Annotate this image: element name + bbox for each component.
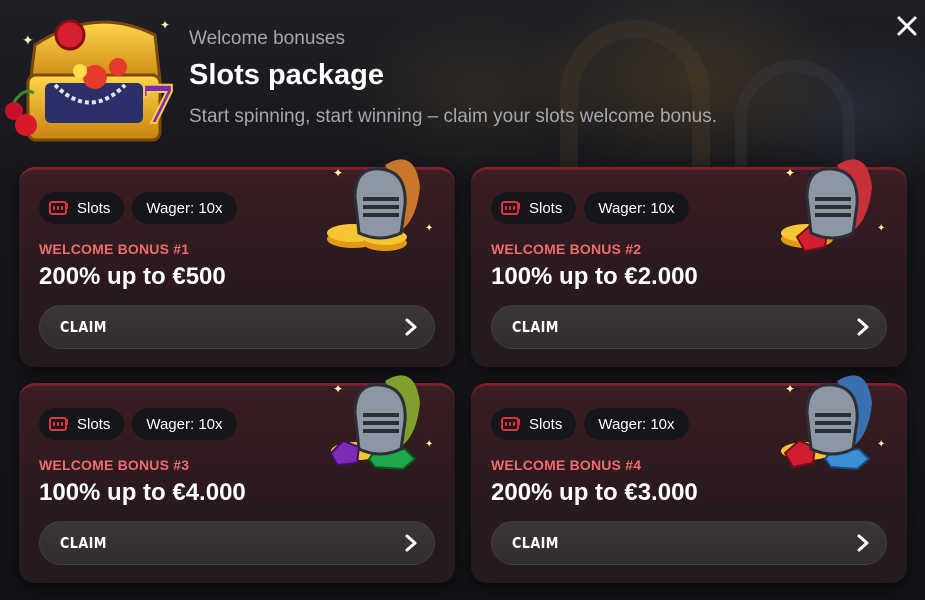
chevron-right-icon [405, 534, 417, 552]
slot-machine-icon [49, 201, 68, 215]
bonus-card: Slots Wager: 10x WELCOME BONUS #1 200% u… [19, 159, 455, 367]
category-chip-label: Slots [529, 199, 563, 217]
svg-text:✦: ✦ [333, 382, 343, 396]
wager-chip: Wager: 10x [584, 408, 689, 440]
wager-chip: Wager: 10x [132, 408, 237, 440]
chip-row: Slots Wager: 10x [491, 408, 689, 440]
bonus-amount: 200% up to €3.000 [491, 479, 698, 506]
knight-helmet-illustration: ✦ ✦ [781, 375, 885, 471]
claim-button[interactable]: CLAIM [39, 305, 435, 349]
svg-text:✦: ✦ [785, 166, 795, 180]
svg-text:7: 7 [140, 75, 176, 136]
claim-button[interactable]: CLAIM [491, 521, 887, 565]
claim-button-label: CLAIM [512, 318, 559, 336]
claim-button[interactable]: CLAIM [491, 305, 887, 349]
bonus-amount: 100% up to €2.000 [491, 263, 698, 290]
svg-text:✦: ✦ [425, 439, 433, 450]
svg-text:✦: ✦ [22, 32, 34, 48]
bonus-card: Slots Wager: 10x WELCOME BONUS #2 100% u… [471, 159, 907, 367]
category-chip: Slots [491, 408, 577, 440]
bonus-label: WELCOME BONUS #1 [39, 241, 190, 257]
bonus-label: WELCOME BONUS #4 [491, 457, 642, 473]
bonus-amount: 100% up to €4.000 [39, 479, 246, 506]
svg-text:✦: ✦ [785, 382, 795, 396]
category-chip: Slots [39, 408, 125, 440]
knight-helmet-illustration: ✦ ✦ [781, 159, 885, 253]
chevron-right-icon [857, 318, 869, 336]
chip-row: Slots Wager: 10x [39, 192, 237, 224]
wager-chip: Wager: 10x [132, 192, 237, 224]
knight-helmet-illustration: ✦ ✦ [329, 375, 433, 471]
page-subtitle: Start spinning, start winning – claim yo… [189, 106, 718, 127]
claim-button-label: CLAIM [60, 534, 107, 552]
bonus-amount: 200% up to €500 [39, 263, 226, 290]
knight-helmet-illustration: ✦ ✦ [327, 159, 433, 251]
treasure-chest-illustration: 7 ✦ ✦ [5, 18, 177, 142]
svg-text:✦: ✦ [333, 166, 343, 180]
bonus-card: Slots Wager: 10x WELCOME BONUS #4 200% u… [471, 375, 907, 583]
slot-machine-icon [49, 417, 68, 431]
category-chip-label: Slots [77, 199, 111, 217]
chevron-right-icon [857, 534, 869, 552]
close-icon[interactable] [893, 12, 921, 40]
wager-chip: Wager: 10x [584, 192, 689, 224]
svg-text:✦: ✦ [160, 18, 170, 32]
svg-text:✦: ✦ [877, 223, 885, 234]
bonus-label: WELCOME BONUS #2 [491, 241, 642, 257]
svg-text:✦: ✦ [877, 439, 885, 450]
claim-button[interactable]: CLAIM [39, 521, 435, 565]
category-chip-label: Slots [529, 415, 563, 433]
slot-machine-icon [501, 417, 520, 431]
bonus-card: Slots Wager: 10x WELCOME BONUS #3 100% u… [19, 375, 455, 583]
background-arch [560, 20, 710, 180]
bonus-label: WELCOME BONUS #3 [39, 457, 190, 473]
category-chip-label: Slots [77, 415, 111, 433]
chip-row: Slots Wager: 10x [39, 408, 237, 440]
svg-text:✦: ✦ [425, 223, 433, 234]
page-title: Slots package [189, 59, 385, 91]
chip-row: Slots Wager: 10x [491, 192, 689, 224]
claim-button-label: CLAIM [60, 318, 107, 336]
eyebrow-text: Welcome bonuses [189, 28, 345, 49]
claim-button-label: CLAIM [512, 534, 559, 552]
chevron-right-icon [405, 318, 417, 336]
category-chip: Slots [491, 192, 577, 224]
slot-machine-icon [501, 201, 520, 215]
category-chip: Slots [39, 192, 125, 224]
